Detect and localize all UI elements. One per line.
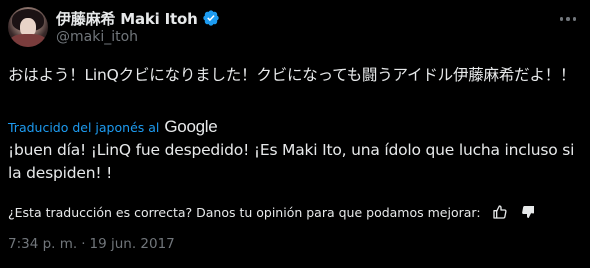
feedback-question: ¿Esta traducción es correcta? Danos tu o… [8, 204, 481, 220]
tweet-original-text: おはよう！LinQクビになりました！クビになっても闘うアイドル伊藤麻希だよ！！ [8, 66, 576, 84]
tweet-card: 伊藤麻希 Maki Itoh @maki_itoh おはよう！LinQクビになり… [0, 0, 590, 268]
author-handle[interactable]: @maki_itoh [56, 29, 138, 45]
author-display-name[interactable]: 伊藤麻希 Maki Itoh [56, 8, 198, 29]
tweet-time[interactable]: 7:34 p. m. [8, 236, 77, 252]
thumbs-up-icon[interactable] [491, 203, 509, 221]
translated-by-label[interactable]: Traducido del japonés al [8, 120, 159, 135]
verified-badge-icon[interactable] [202, 9, 220, 27]
tweet-date[interactable]: 19 jun. 2017 [90, 236, 175, 252]
translation-feedback-row: ¿Esta traducción es correcta? Danos tu o… [8, 202, 537, 222]
tweet-timestamp[interactable]: 7:34 p. m. · 19 jun. 2017 [8, 236, 175, 252]
avatar[interactable] [8, 7, 48, 47]
author-name-row: 伊藤麻希 Maki Itoh [56, 8, 220, 28]
tweet-translated-text: ¡buen día! ¡LinQ fue despedido! ¡Es Maki… [8, 141, 575, 182]
thumbs-down-icon[interactable] [519, 203, 537, 221]
google-logo: Google [164, 117, 218, 136]
more-horizontal-icon[interactable] [557, 10, 579, 28]
timestamp-separator: · [81, 236, 86, 252]
translation-attribution[interactable]: Traducido del japonés al Google [8, 117, 218, 137]
